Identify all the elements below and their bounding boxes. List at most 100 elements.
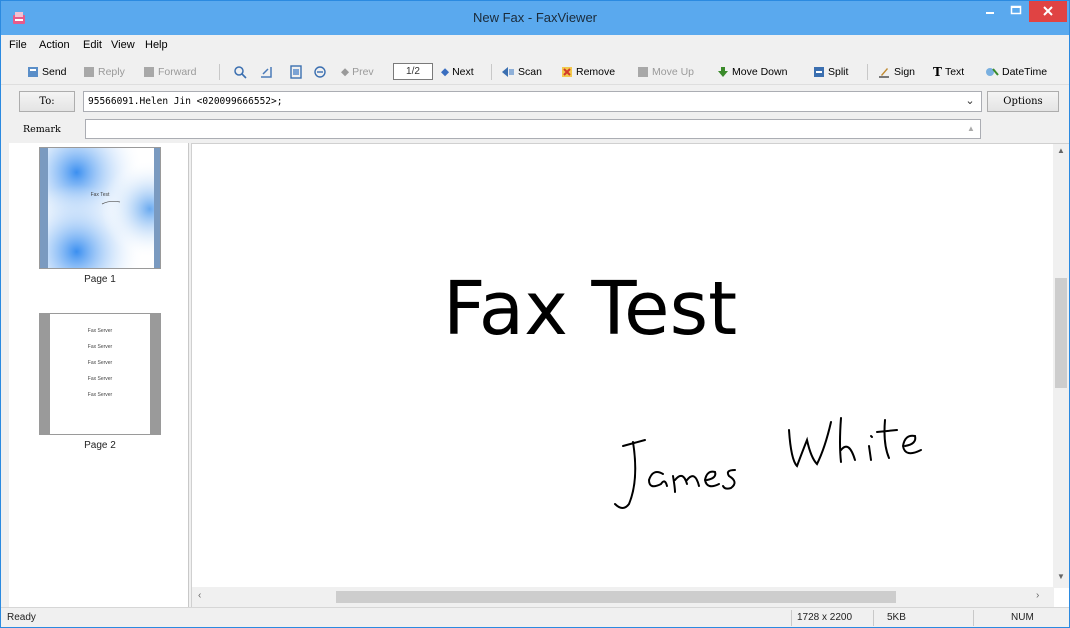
to-button[interactable]: To: — [19, 91, 75, 112]
chevron-down-icon[interactable]: ⌄ — [961, 92, 979, 110]
vertical-scrollbar[interactable]: ▲ ▼ — [1053, 144, 1069, 588]
document-viewer[interactable]: Fax Test ▲ ▼ ‹ › — [191, 143, 1069, 607]
horizontal-scroll-thumb[interactable] — [336, 591, 896, 603]
scroll-icon[interactable]: ▲ — [964, 121, 978, 137]
minimize-icon — [986, 12, 994, 14]
forward-button[interactable]: Forward — [143, 64, 197, 80]
remark-field[interactable]: ▲ — [85, 119, 981, 139]
options-button[interactable]: Options — [987, 91, 1059, 112]
horizontal-scrollbar[interactable]: ‹ › — [192, 587, 1054, 607]
send-button[interactable]: Send — [27, 64, 67, 80]
remove-label: Remove — [576, 66, 616, 78]
zoom-in-icon — [234, 66, 247, 79]
prev-label: Prev — [352, 66, 374, 78]
page-thumbnail-2[interactable]: Fax Server Fax Server Fax Server Fax Ser… — [39, 313, 161, 435]
scan-icon — [502, 67, 514, 77]
sign-button[interactable]: Sign — [877, 64, 915, 80]
scroll-up-icon[interactable]: ▲ — [1053, 146, 1069, 160]
page-number-field[interactable]: 1/2 — [393, 63, 433, 80]
minimize-button[interactable] — [977, 1, 1003, 22]
thumbnail-text-line: Fax Server — [87, 360, 113, 366]
rotate-icon — [261, 67, 272, 78]
scan-label: Scan — [518, 66, 542, 78]
thumbnail-text-line: Fax Server — [87, 344, 113, 350]
reply-icon — [84, 67, 94, 77]
zoom-in-button[interactable] — [233, 64, 247, 80]
status-divider — [873, 610, 874, 626]
fit-page-icon — [290, 65, 302, 79]
signature — [614, 417, 922, 509]
menu-view[interactable]: View — [111, 39, 135, 51]
page-thumbnail-1[interactable]: Fax Test — [39, 147, 161, 269]
maximize-icon — [1010, 5, 1022, 15]
split-label: Split — [828, 66, 849, 78]
datetime-button[interactable]: DateTime — [985, 64, 1047, 80]
reply-button[interactable]: Reply — [83, 64, 125, 80]
fax-page: Fax Test — [193, 144, 1053, 588]
forward-icon — [144, 67, 154, 77]
thumbnail-text: Fax Test — [90, 192, 110, 198]
split-button[interactable]: Split — [813, 64, 848, 80]
menu-file[interactable]: File — [9, 39, 27, 51]
status-divider — [791, 610, 792, 626]
text-button[interactable]: T Text — [933, 64, 964, 80]
scroll-left-icon[interactable]: ‹ — [198, 590, 210, 604]
move-down-icon — [718, 67, 728, 77]
close-button[interactable] — [1029, 1, 1067, 22]
remove-icon — [562, 67, 572, 77]
move-down-button[interactable]: Move Down — [717, 64, 787, 80]
menu-action[interactable]: Action — [39, 39, 70, 51]
toolbar-separator — [867, 64, 868, 80]
fit-width-icon — [314, 66, 326, 78]
thumbnail-text-line: Fax Server — [87, 392, 113, 398]
num-lock-indicator: NUM — [1011, 612, 1034, 623]
close-icon — [1043, 6, 1053, 16]
send-icon — [28, 67, 38, 77]
toolbar-separator — [491, 64, 492, 80]
thumbnail-text-line: Fax Server — [87, 376, 113, 382]
vertical-scroll-thumb[interactable] — [1055, 278, 1067, 388]
prev-arrow-icon: ◆ — [341, 66, 350, 78]
next-label: Next — [452, 66, 474, 78]
status-divider — [973, 610, 974, 626]
scroll-down-icon[interactable]: ▼ — [1053, 572, 1069, 586]
remark-label: Remark — [23, 124, 61, 135]
file-size: 5KB — [887, 612, 906, 623]
next-arrow-icon: ◆ — [441, 66, 450, 78]
sign-icon — [879, 68, 889, 78]
text-label: Text — [944, 66, 965, 78]
recipient-row: To: 95566091.Helen Jin <020099666552>; ⌄… — [1, 85, 1069, 117]
scroll-right-icon[interactable]: › — [1036, 590, 1048, 604]
datetime-icon — [986, 68, 999, 76]
toolbar-separator — [219, 64, 220, 80]
next-page-button[interactable]: ◆ Next — [441, 64, 474, 80]
fit-page-button[interactable] — [289, 64, 303, 80]
fit-width-button[interactable] — [313, 64, 327, 80]
thumbnail-panel: Fax Test Page 1 Fax Server Fax Server Fa… — [9, 143, 189, 607]
image-dimensions: 1728 x 2200 — [797, 612, 853, 623]
title-bar[interactable]: New Fax - FaxViewer — [1, 1, 1069, 35]
toolbar: Send Reply Forward ◆ Prev 1/2 ◆ Next Sca… — [1, 55, 1069, 85]
thumbnail-label-page-1: Page 1 — [84, 274, 116, 285]
status-text: Ready — [7, 612, 36, 623]
scan-button[interactable]: Scan — [501, 64, 542, 80]
menu-edit[interactable]: Edit — [83, 39, 102, 51]
move-up-icon — [638, 67, 648, 77]
status-bar: Ready 1728 x 2200 5KB NUM — [1, 607, 1069, 627]
maximize-button[interactable] — [1003, 1, 1029, 22]
thumbnail-label-page-2: Page 2 — [84, 440, 116, 451]
split-icon — [814, 67, 824, 77]
menu-bar: File Action Edit View Help — [1, 35, 1069, 55]
move-up-button[interactable]: Move Up — [637, 64, 694, 80]
faxviewer-window: New Fax - FaxViewer File Action Edit Vie… — [0, 0, 1070, 628]
remove-button[interactable]: Remove — [561, 64, 615, 80]
datetime-label: DateTime — [1002, 66, 1048, 78]
prev-page-button[interactable]: ◆ Prev — [341, 64, 374, 80]
page-heading: Fax Test — [443, 266, 738, 352]
move-up-label: Move Up — [652, 66, 695, 78]
recipient-field[interactable]: 95566091.Helen Jin <020099666552>; — [83, 91, 982, 112]
menu-help[interactable]: Help — [145, 39, 168, 51]
forward-label: Forward — [158, 66, 197, 78]
rotate-button[interactable] — [259, 64, 273, 80]
remark-row: Remark ▲ — [1, 117, 1069, 142]
